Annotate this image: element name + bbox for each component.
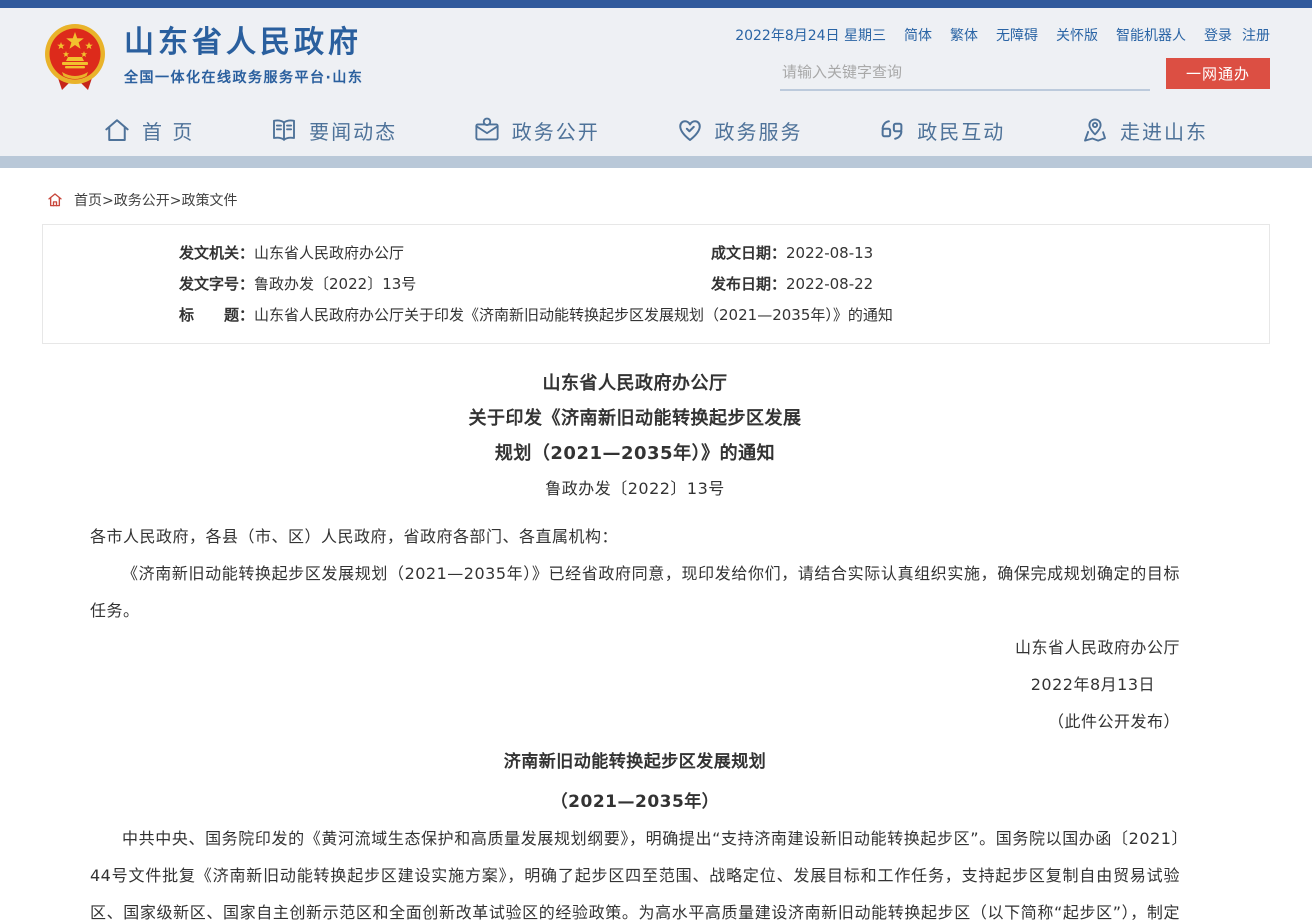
meta-label: 标 题： (179, 306, 254, 324)
meta-label: 发文机关： (179, 244, 254, 262)
meta-title: 标 题：山东省人民政府办公厅关于印发《济南新旧动能转换起步区发展规划（2021—… (43, 300, 1269, 331)
link-simplified-chinese[interactable]: 简体 (904, 25, 932, 45)
news-book-icon (269, 115, 299, 145)
doc-salutation: 各市人民政府，各县（市、区）人民政府，省政府各部门、各直属机构： (90, 518, 1180, 555)
top-accent-bar (0, 0, 1312, 8)
link-smart-robot[interactable]: 智能机器人 (1116, 25, 1186, 45)
meta-value: 鲁政办发〔2022〕13号 (254, 275, 416, 293)
doc-title-line-3: 规划（2021—2035年）》的通知 (90, 436, 1180, 471)
meta-label: 发文字号： (179, 275, 254, 293)
home-icon-red[interactable] (46, 191, 64, 209)
meta-value: 山东省人民政府办公厅 (254, 244, 404, 262)
meta-publish-date: 发布日期：2022-08-22 (711, 269, 1269, 300)
document-meta-box: 发文机关：山东省人民政府办公厅 成文日期：2022-08-13 发文字号：鲁政办… (42, 224, 1270, 344)
gov-info-envelope-icon (472, 115, 502, 145)
nav-label: 政务公开 (512, 116, 600, 145)
breadcrumb: 首页>政务公开>政策文件 (42, 168, 1270, 224)
link-care-version[interactable]: 关怀版 (1056, 25, 1098, 45)
plan-title-line-2: （2021—2035年） (90, 784, 1180, 820)
home-icon (102, 115, 132, 145)
nav-item-interaction[interactable]: 政民互动 (877, 115, 1005, 145)
meta-value: 山东省人民政府办公厅关于印发《济南新旧动能转换起步区发展规划（2021—2035… (254, 306, 893, 324)
doc-number: 鲁政办发〔2022〕13号 (90, 471, 1180, 506)
doc-title-line-2: 关于印发《济南新旧动能转换起步区发展 (90, 401, 1180, 436)
site-brand[interactable]: 山东省人民政府 全国一体化在线政务服务平台·山东 (42, 20, 363, 92)
breadcrumb-path[interactable]: 首页>政务公开>政策文件 (74, 190, 237, 210)
site-header: 山东省人民政府 全国一体化在线政务服务平台·山东 2022年8月24日 星期三 … (0, 8, 1312, 104)
nav-item-explore-shandong[interactable]: 走进山东 (1080, 115, 1208, 145)
signature-org: 山东省人民政府办公厅 (90, 629, 1180, 666)
plan-title-line-1: 济南新旧动能转换起步区发展规划 (90, 744, 1180, 780)
doc-title-line-1: 山东省人民政府办公厅 (90, 366, 1180, 401)
nav-item-news[interactable]: 要闻动态 (269, 115, 397, 145)
site-title: 山东省人民政府 (124, 25, 363, 61)
nav-item-services[interactable]: 政务服务 (675, 115, 803, 145)
nav-item-home[interactable]: 首 页 (102, 115, 194, 145)
doc-paragraph-1: 《济南新旧动能转换起步区发展规划（2021—2035年）》已经省政府同意，现印发… (90, 555, 1180, 629)
national-emblem-icon (42, 20, 108, 92)
nav-label: 政务服务 (715, 116, 803, 145)
signature-date: 2022年8月13日 (90, 666, 1180, 703)
meta-label: 发布日期： (711, 275, 786, 293)
doc-paragraph-2: 中共中央、国务院印发的《黄河流域生态保护和高质量发展规划纲要》，明确提出“支持济… (90, 820, 1180, 921)
link-accessibility[interactable]: 无障碍 (996, 25, 1038, 45)
link-login[interactable]: 登录 (1204, 25, 1232, 45)
current-date: 2022年8月24日 星期三 (735, 25, 886, 45)
document-body: 山东省人民政府办公厅 关于印发《济南新旧动能转换起步区发展 规划（2021—20… (42, 344, 1270, 921)
utility-links: 2022年8月24日 星期三 简体 繁体 无障碍 关怀版 智能机器人 登录 注册 (735, 25, 1270, 45)
nav-label: 要闻动态 (309, 116, 397, 145)
nav-label: 走进山东 (1120, 116, 1208, 145)
nav-label: 首 页 (142, 116, 194, 145)
meta-value: 2022-08-13 (786, 244, 873, 262)
nav-item-gov-info[interactable]: 政务公开 (472, 115, 600, 145)
search-input[interactable] (782, 63, 1148, 81)
explore-map-pin-icon (1080, 115, 1110, 145)
meta-written-date: 成文日期：2022-08-13 (711, 238, 1269, 269)
meta-value: 2022-08-22 (786, 275, 873, 293)
nav-label: 政民互动 (917, 116, 1005, 145)
signature-block: 山东省人民政府办公厅 2022年8月13日 （此件公开发布） (90, 629, 1180, 740)
meta-issuing-org: 发文机关：山东省人民政府办公厅 (43, 238, 711, 269)
link-register[interactable]: 注册 (1242, 25, 1270, 45)
one-stop-service-button[interactable]: 一网通办 (1166, 58, 1270, 89)
signature-note: （此件公开发布） (90, 703, 1180, 740)
divider-band (0, 156, 1312, 168)
services-heart-icon (675, 115, 705, 145)
page-content: 首页>政务公开>政策文件 发文机关：山东省人民政府办公厅 成文日期：2022-0… (42, 168, 1270, 921)
interaction-chat-icon (877, 115, 907, 145)
main-navigation: 首 页 要闻动态 政务公开 (0, 104, 1312, 156)
search-box (780, 58, 1150, 91)
site-subtitle: 全国一体化在线政务服务平台·山东 (124, 67, 363, 87)
meta-doc-number: 发文字号：鲁政办发〔2022〕13号 (43, 269, 711, 300)
link-traditional-chinese[interactable]: 繁体 (950, 25, 978, 45)
meta-label: 成文日期： (711, 244, 786, 262)
